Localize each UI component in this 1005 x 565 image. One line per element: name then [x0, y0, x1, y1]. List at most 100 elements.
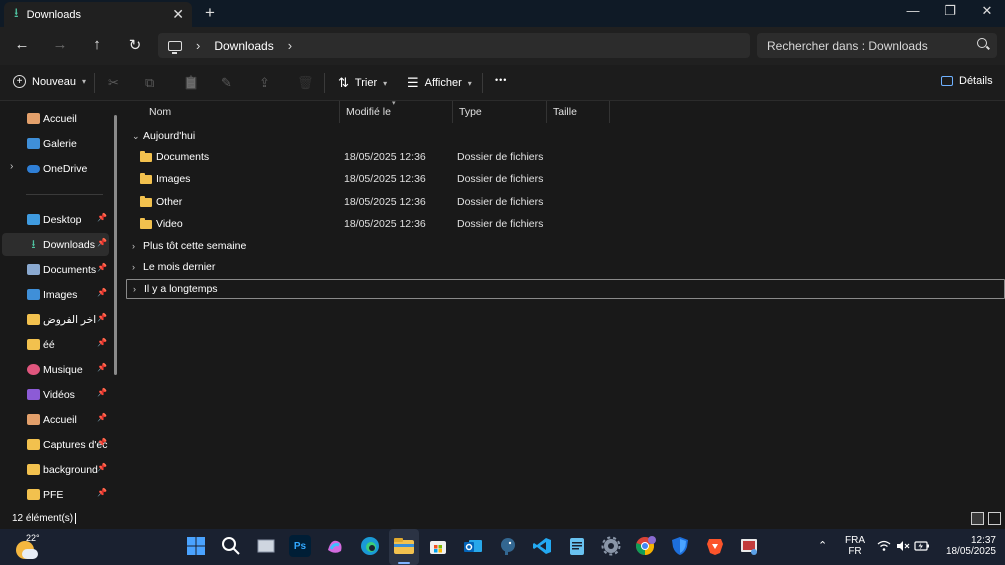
photoshop-app[interactable]: Ps: [289, 535, 311, 557]
outlook-app[interactable]: [462, 535, 484, 557]
gear-icon: [601, 536, 621, 556]
sidebar-item-home-2[interactable]: Accueil 📌: [2, 408, 109, 431]
network-button[interactable]: [877, 540, 891, 555]
breadcrumb-downloads[interactable]: Downloads: [214, 39, 273, 53]
chevron-right-icon[interactable]: ›: [10, 161, 13, 172]
group-header-last-month[interactable]: › Le mois dernier: [132, 257, 215, 277]
table-row[interactable]: Video 18/05/2025 12:36 Dossier de fichie…: [124, 214, 1005, 236]
sidebar-scrollbar[interactable]: [114, 115, 117, 375]
snipping-tool-app[interactable]: [738, 535, 760, 557]
show-hidden-icons-button[interactable]: ⌃: [818, 539, 827, 552]
volume-button[interactable]: [896, 540, 910, 555]
store-app[interactable]: [427, 535, 449, 557]
breadcrumb-chevron-icon[interactable]: ›: [288, 38, 292, 53]
edge-app[interactable]: [359, 535, 381, 557]
back-button[interactable]: ←: [12, 36, 32, 53]
search-input[interactable]: Rechercher dans : Downloads: [757, 33, 997, 58]
group-header-long-ago[interactable]: › Il y a longtemps: [126, 279, 1005, 299]
sidebar-item-images[interactable]: Images 📌: [2, 283, 109, 306]
chrome-app[interactable]: [635, 535, 657, 557]
start-button[interactable]: [185, 535, 207, 557]
sidebar-item-ee[interactable]: éé 📌: [2, 333, 109, 356]
settings-app[interactable]: [600, 535, 622, 557]
up-button[interactable]: ↑: [87, 36, 107, 53]
item-count: 12 élément(s): [12, 513, 74, 524]
task-view-button[interactable]: [255, 535, 277, 557]
task-view-icon: [257, 539, 275, 553]
tab-downloads[interactable]: ⭳ Downloads ✕: [4, 2, 192, 27]
view-button[interactable]: ☰ Afficher ▾: [407, 75, 472, 91]
chevron-right-icon[interactable]: ›: [132, 241, 138, 251]
clock-date: 18/05/2025: [945, 546, 996, 557]
tiles-view-button[interactable]: [988, 512, 1001, 525]
close-button[interactable]: ✕: [972, 3, 1002, 19]
group-header-today[interactable]: ⌄ Aujourd'hui: [132, 126, 195, 146]
share-button[interactable]: ⇪: [259, 75, 276, 91]
details-view-button[interactable]: [971, 512, 984, 525]
breadcrumb-chevron-icon[interactable]: ›: [196, 38, 200, 53]
tab-close-icon[interactable]: ✕: [172, 6, 184, 23]
sidebar-item-gallery[interactable]: Galerie: [2, 132, 109, 155]
delete-button[interactable]: 🗑: [297, 75, 320, 91]
restore-button[interactable]: ❐: [935, 3, 965, 19]
new-tab-button[interactable]: +: [205, 3, 215, 23]
more-options-button[interactable]: •••: [495, 75, 507, 85]
details-button[interactable]: Détails: [941, 75, 993, 87]
new-button[interactable]: + Nouveau ▾: [13, 75, 86, 88]
rename-button[interactable]: ✎: [221, 75, 238, 91]
cloud-icon: [27, 164, 40, 173]
defender-app[interactable]: [669, 535, 691, 557]
vscode-app[interactable]: [531, 535, 553, 557]
music-icon: [27, 364, 40, 375]
sort-button[interactable]: ⇅ Trier ▾: [338, 75, 387, 91]
column-header-type[interactable]: Type: [453, 101, 547, 123]
taskbar-search-button[interactable]: [220, 535, 242, 557]
column-header-modified[interactable]: Modifié le: [340, 101, 453, 123]
file-explorer-app[interactable]: [393, 535, 415, 557]
details-pane-icon: [941, 76, 953, 86]
folder-icon: [27, 489, 40, 500]
sidebar-item-music[interactable]: Musique 📌: [2, 358, 109, 381]
search-placeholder: Rechercher dans : Downloads: [767, 38, 928, 53]
folder-icon: [27, 339, 40, 350]
copy-button[interactable]: ⧉: [145, 75, 160, 91]
sidebar-item-videos[interactable]: Vidéos 📌: [2, 383, 109, 406]
sidebar-item-label: Accueil: [43, 413, 77, 426]
forward-button[interactable]: →: [50, 36, 70, 53]
copilot-app[interactable]: [324, 535, 346, 557]
chevron-right-icon[interactable]: ›: [133, 284, 139, 294]
sidebar-item-background[interactable]: background 📌: [2, 458, 109, 481]
cut-button[interactable]: ✂: [108, 75, 125, 91]
sidebar-item-onedrive[interactable]: › OneDrive: [2, 157, 109, 180]
paste-button[interactable]: 📋: [183, 75, 205, 91]
battery-button[interactable]: [914, 541, 930, 555]
column-header-size[interactable]: Taille: [547, 101, 610, 123]
keyboard-layout: FR: [848, 546, 862, 557]
group-header-this-week[interactable]: › Plus tôt cette semaine: [132, 236, 246, 256]
sidebar-item-arabic-folder[interactable]: اخر الفروض 📌: [2, 308, 109, 331]
table-row[interactable]: Documents 18/05/2025 12:36 Dossier de fi…: [124, 147, 1005, 169]
chevron-down-icon[interactable]: ⌄: [132, 131, 140, 142]
sidebar-item-pfe[interactable]: PFE 📌: [2, 483, 109, 506]
search-icon[interactable]: [977, 38, 987, 48]
column-header-name[interactable]: Nom: [143, 101, 340, 123]
sidebar-item-desktop[interactable]: Desktop 📌: [2, 208, 109, 231]
file-modified: 18/05/2025 12:36: [344, 173, 426, 185]
language-indicator[interactable]: FRA FR: [841, 535, 869, 557]
chevron-right-icon[interactable]: ›: [132, 262, 138, 272]
address-bar[interactable]: › Downloads ›: [158, 33, 750, 58]
table-row[interactable]: Images 18/05/2025 12:36 Dossier de fichi…: [124, 169, 1005, 191]
minimize-button[interactable]: —: [898, 3, 928, 18]
refresh-button[interactable]: ↻: [125, 36, 145, 54]
sidebar-item-downloads[interactable]: ⭳ Downloads 📌: [2, 233, 109, 256]
sidebar-item-captures[interactable]: Captures d'éc 📌: [2, 433, 109, 456]
clock[interactable]: 12:37 18/05/2025: [938, 535, 996, 557]
postgresql-app[interactable]: [497, 535, 519, 557]
sidebar-item-documents[interactable]: Documents 📌: [2, 258, 109, 281]
notepad-app[interactable]: [566, 535, 588, 557]
folder-icon: [394, 538, 414, 554]
sidebar-item-home[interactable]: Accueil: [2, 107, 109, 130]
this-pc-icon[interactable]: [168, 40, 182, 54]
table-row[interactable]: Other 18/05/2025 12:36 Dossier de fichie…: [124, 192, 1005, 214]
brave-app[interactable]: [704, 535, 726, 557]
